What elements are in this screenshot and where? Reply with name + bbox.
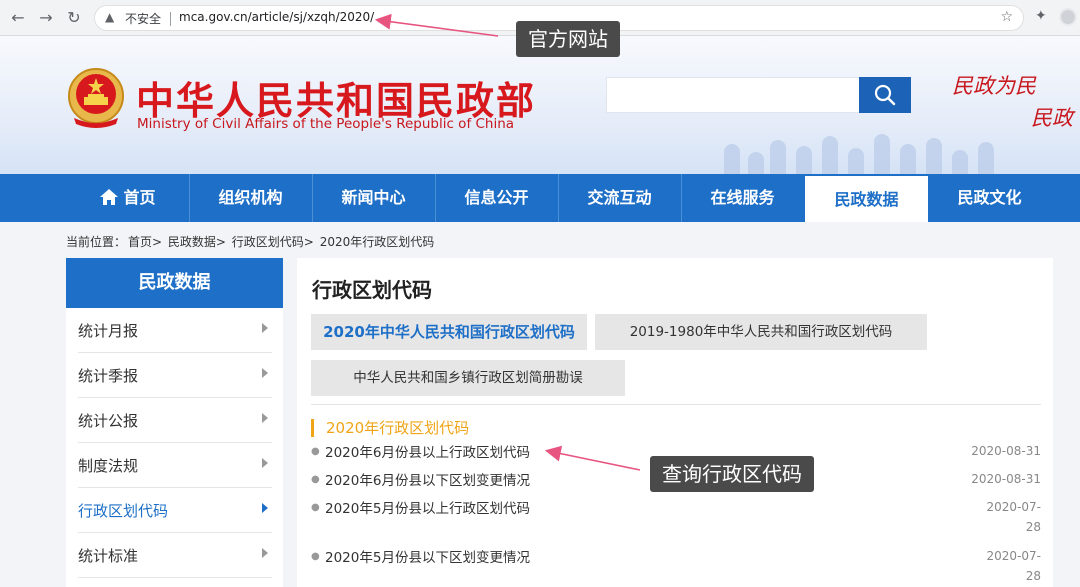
warning-icon[interactable]: ▲ xyxy=(105,10,114,24)
chevron-right-icon xyxy=(262,548,268,558)
breadcrumb-current: 2020年行政区划代码 xyxy=(319,235,435,249)
bookmark-star-icon[interactable]: ☆ xyxy=(1000,9,1013,25)
list-item-date: 2020-08-31 xyxy=(971,444,1041,458)
chevron-right-icon xyxy=(262,368,268,378)
annotation-official-site: 官方网站 xyxy=(516,21,620,57)
search-icon xyxy=(874,84,896,106)
decor-figure xyxy=(724,144,740,174)
sidebar-item-regulations[interactable]: 制度法规 xyxy=(78,443,272,488)
sidebar: 民政数据 统计月报 统计季报 统计公报 制度法规 行政区划代码 统计标准 xyxy=(66,258,283,587)
nav-item-organization[interactable]: 组织机构 xyxy=(189,174,312,222)
slogan-line2: 民政 xyxy=(1031,106,1073,130)
chevron-right-icon xyxy=(262,323,268,333)
list-item-title[interactable]: 2020年6月份县以下区划变更情况 xyxy=(325,469,530,489)
search-button[interactable] xyxy=(859,77,911,113)
bullet-icon: ● xyxy=(311,474,320,485)
list-item-date: 2020-07-28 xyxy=(986,549,1041,583)
decor-figure xyxy=(874,134,890,174)
sidebar-item-label: 统计公报 xyxy=(78,412,139,430)
breadcrumb-link[interactable]: 民政数据> xyxy=(168,235,226,249)
breadcrumb-prefix: 当前位置： xyxy=(66,235,127,249)
sidebar-item-bulletin[interactable]: 统计公报 xyxy=(78,398,272,443)
sidebar-item-monthly-report[interactable]: 统计月报 xyxy=(78,308,272,353)
sidebar-item-division-code[interactable]: 行政区划代码 xyxy=(78,488,272,533)
sidebar-item-label: 统计标准 xyxy=(78,547,139,565)
sidebar-item-standards[interactable]: 统计标准 xyxy=(78,533,272,578)
sidebar-item-quarterly-report[interactable]: 统计季报 xyxy=(78,353,272,398)
tab-2020-codes[interactable]: 2020年中华人民共和国行政区划代码 xyxy=(311,314,587,350)
nav-item-disclosure[interactable]: 信息公开 xyxy=(435,174,558,222)
decor-figure xyxy=(770,140,786,174)
annotation-query-code: 查询行政区代码 xyxy=(650,456,814,492)
decor-figure xyxy=(900,144,916,174)
search-input[interactable] xyxy=(606,77,860,113)
national-emblem-icon xyxy=(68,68,124,128)
main-content: 行政区划代码 2020年中华人民共和国行政区划代码 2019-1980年中华人民… xyxy=(297,258,1053,587)
forward-icon[interactable]: → xyxy=(36,8,56,28)
page-title: 行政区划代码 xyxy=(312,278,432,302)
decor-figure xyxy=(796,146,812,174)
tab-2019-1980-codes[interactable]: 2019-1980年中华人民共和国行政区划代码 xyxy=(595,314,927,350)
decor-figure xyxy=(978,142,994,174)
breadcrumb-link[interactable]: 首页> xyxy=(128,235,162,249)
main-navigation: 首页 组织机构 新闻中心 信息公开 交流互动 在线服务 民政数据 民政文化 xyxy=(0,174,1080,222)
decor-figure xyxy=(952,150,968,174)
decor-figure xyxy=(748,152,764,174)
chevron-right-icon xyxy=(262,413,268,423)
sidebar-item-label: 统计月报 xyxy=(78,322,139,340)
list-item-title[interactable]: 2020年6月份县以上行政区划代码 xyxy=(325,441,530,461)
list-item-title[interactable]: 2020年5月份县以上行政区划代码 xyxy=(325,497,530,517)
chevron-right-icon xyxy=(262,458,268,468)
decor-figure xyxy=(926,138,942,174)
nav-item-interaction[interactable]: 交流互动 xyxy=(558,174,681,222)
chevron-right-icon xyxy=(262,503,268,513)
list-item-date: 2020-07-28 xyxy=(986,500,1041,534)
breadcrumb: 当前位置： 首页> 民政数据> 行政区划代码> 2020年行政区划代码 xyxy=(66,233,436,250)
bullet-icon: ● xyxy=(311,551,320,562)
breadcrumb-link[interactable]: 行政区划代码> xyxy=(232,235,314,249)
reload-icon[interactable]: ↻ xyxy=(64,8,84,28)
sidebar-title: 民政数据 xyxy=(66,258,283,308)
section-divider xyxy=(311,404,1041,405)
nav-label: 首页 xyxy=(123,188,156,207)
profile-avatar[interactable] xyxy=(1059,8,1077,26)
decor-figure xyxy=(822,136,838,174)
bullet-icon: ● xyxy=(311,446,320,457)
sidebar-item-label: 制度法规 xyxy=(78,457,139,475)
tab-township-errata[interactable]: 中华人民共和国乡镇行政区划简册勘误 xyxy=(311,360,625,396)
nav-item-home[interactable]: 首页 xyxy=(66,174,189,222)
nav-item-civil-culture[interactable]: 民政文化 xyxy=(928,174,1051,222)
back-icon[interactable]: ← xyxy=(8,8,28,28)
extensions-icon[interactable]: ✦ xyxy=(1035,8,1047,24)
sidebar-item-label: 行政区划代码 xyxy=(78,502,169,520)
nav-item-civil-data[interactable]: 民政数据 xyxy=(805,176,928,222)
bullet-icon: ● xyxy=(311,502,320,513)
list-item-date: 2020-08-31 xyxy=(971,472,1041,486)
home-icon xyxy=(100,189,119,205)
nav-item-news[interactable]: 新闻中心 xyxy=(312,174,435,222)
nav-item-online-service[interactable]: 在线服务 xyxy=(681,174,804,222)
section-title: 2020年行政区划代码 xyxy=(311,419,469,437)
list-item-title[interactable]: 2020年5月份县以下区划变更情况 xyxy=(325,546,530,566)
insecure-label[interactable]: 不安全 xyxy=(125,10,161,27)
site-subtitle: Ministry of Civil Affairs of the People'… xyxy=(137,116,515,132)
decor-figure xyxy=(848,148,864,174)
sidebar-item-label: 统计季报 xyxy=(78,367,139,385)
address-url[interactable]: mca.gov.cn/article/sj/xzqh/2020/ xyxy=(179,10,374,24)
address-separator xyxy=(170,12,171,26)
slogan-line1: 民政为民 xyxy=(952,74,1036,98)
